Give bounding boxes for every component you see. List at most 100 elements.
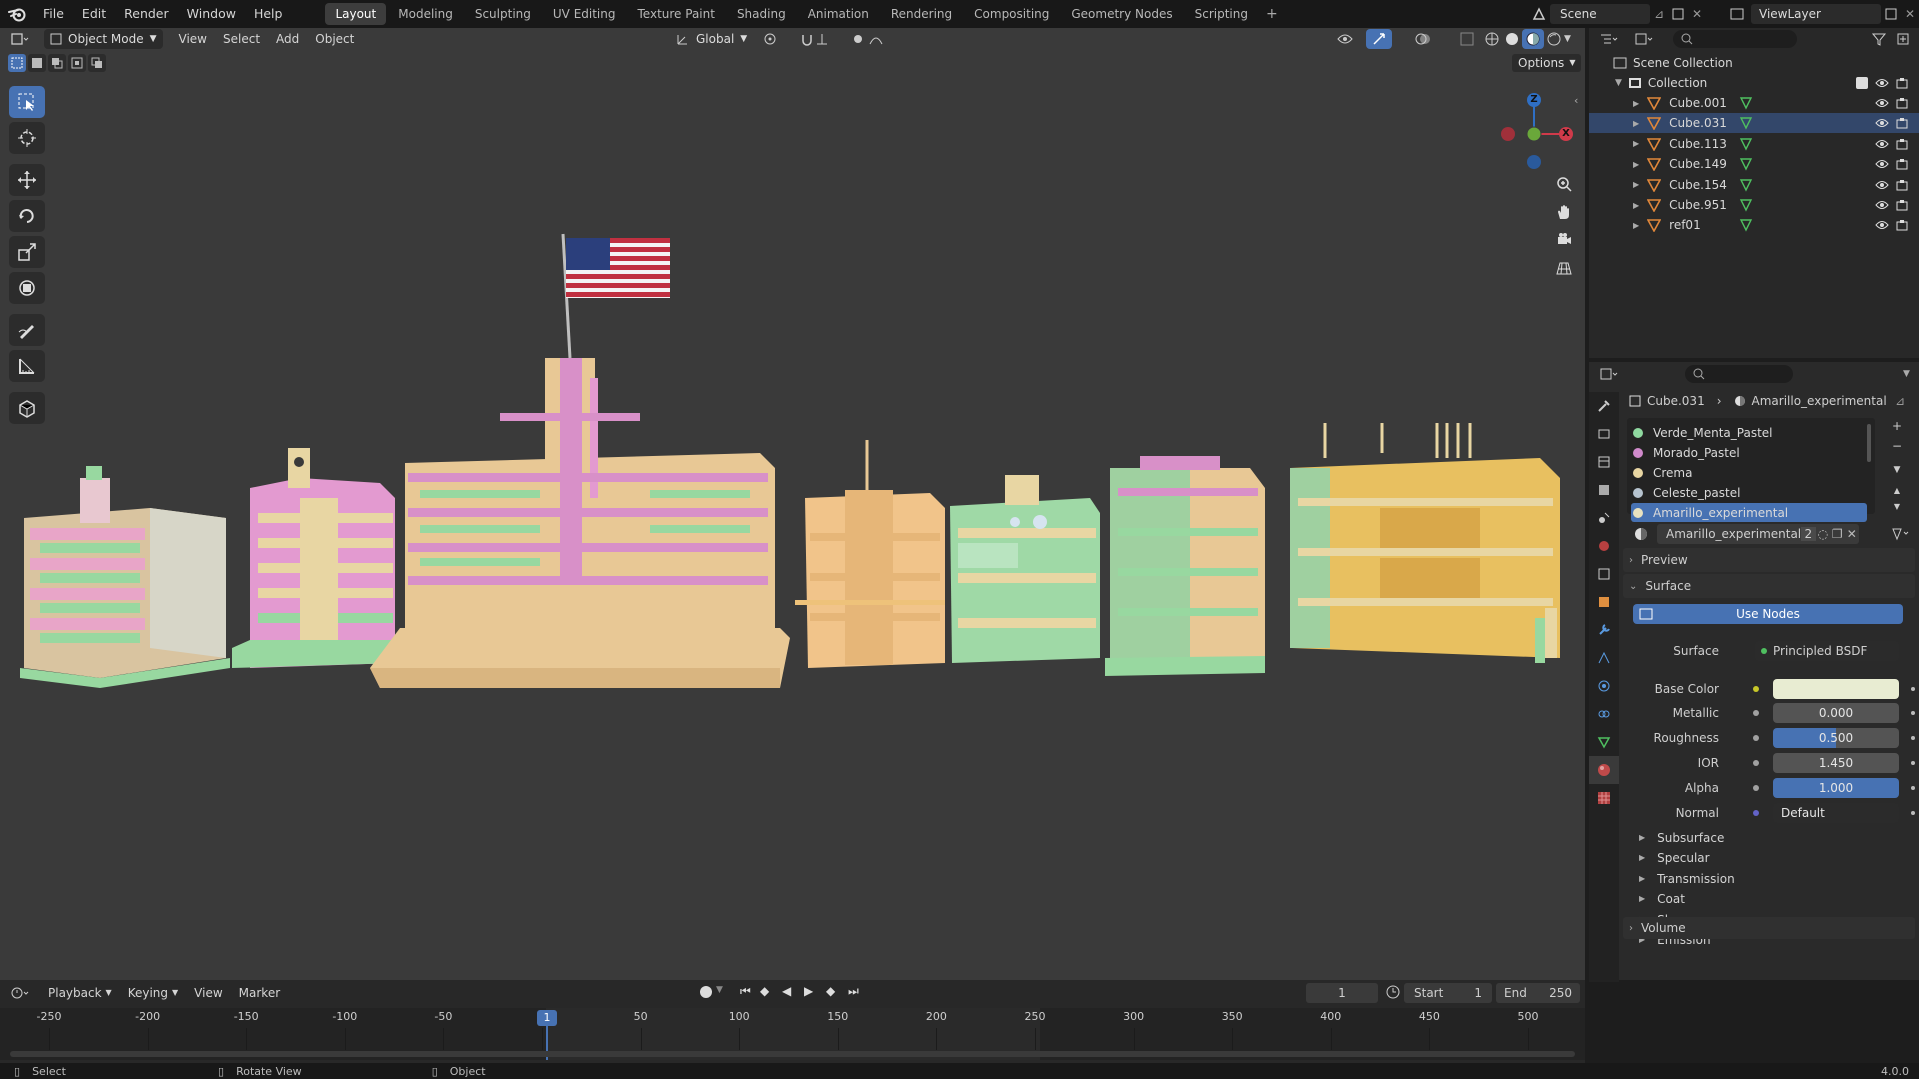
display-mode-icon[interactable] — [1629, 29, 1659, 49]
unlink-material-icon[interactable]: ✕ — [1845, 527, 1859, 541]
mesh-data-icon[interactable] — [1739, 157, 1753, 171]
tab-uv-editing[interactable]: UV Editing — [543, 3, 626, 25]
mesh-data-icon[interactable] — [1739, 137, 1753, 151]
field-value[interactable]: Default — [1773, 803, 1899, 823]
prev-keyframe-button[interactable]: ◆ — [760, 984, 769, 998]
scene-tab-icon[interactable] — [1589, 504, 1619, 532]
particles-tab-icon[interactable] — [1589, 644, 1619, 672]
shading-solid-icon[interactable] — [1502, 30, 1522, 48]
timeline-editor-type-icon[interactable] — [0, 983, 40, 1003]
texture-tab-icon[interactable] — [1589, 784, 1619, 812]
material-user-count[interactable]: 2 — [1801, 527, 1816, 541]
viewport-menu-view[interactable]: View — [171, 29, 215, 49]
visibility-eye-icon[interactable] — [1875, 180, 1889, 190]
select-subtract-icon[interactable] — [48, 54, 66, 72]
navigation-gizmo[interactable]: Z X Y — [1490, 84, 1580, 174]
socket-icon[interactable] — [1753, 735, 1759, 741]
material-tab-icon[interactable] — [1589, 756, 1619, 784]
render-camera-icon[interactable] — [1896, 158, 1908, 170]
visibility-eye-icon[interactable] — [1875, 98, 1889, 108]
outliner-item[interactable]: ▶ Cube.113 — [1589, 134, 1919, 154]
move-slot-down-button[interactable]: ▼ — [1889, 502, 1905, 516]
world-tab-icon[interactable] — [1589, 532, 1619, 560]
collection-expand-icon[interactable]: ▼ — [1615, 78, 1622, 88]
field-value[interactable]: 0.000 — [1773, 703, 1899, 723]
blender-logo-icon[interactable] — [0, 0, 34, 28]
subpanel-transmission[interactable]: ▶ Transmission — [1639, 869, 1735, 889]
mesh-data-icon[interactable] — [1739, 198, 1753, 212]
visibility-eye-icon[interactable] — [1875, 200, 1889, 210]
gizmo-axis-z[interactable]: Z — [1527, 93, 1541, 107]
socket-icon[interactable] — [1753, 785, 1759, 791]
current-frame-field[interactable]: 1 — [1306, 983, 1378, 1003]
fake-user-icon[interactable]: ◌ — [1816, 527, 1830, 541]
surface-panel-header[interactable]: ⌄ Surface — [1623, 574, 1915, 598]
outliner-collection[interactable]: ▼ Collection — [1589, 73, 1919, 93]
outliner-item[interactable]: ▶ ref01 — [1589, 215, 1919, 235]
duplicate-material-icon[interactable]: ❐ — [1830, 527, 1844, 541]
outliner-scene-collection[interactable]: Scene Collection — [1589, 53, 1919, 73]
playhead[interactable]: 1 — [537, 1010, 557, 1026]
mode-dropdown[interactable]: Object Mode ▼ — [44, 29, 163, 49]
slot-specials-button[interactable]: ▼ — [1889, 462, 1905, 478]
view-layer-icon[interactable] — [1723, 4, 1751, 24]
record-options-icon[interactable]: ▼ — [716, 985, 723, 995]
object-tab-icon[interactable] — [1589, 588, 1619, 616]
expand-arrow-icon[interactable]: ▶ — [1633, 139, 1639, 148]
expand-arrow-icon[interactable]: ▶ — [1633, 180, 1639, 189]
shading-dropdown-icon[interactable]: ▼ — [1564, 30, 1580, 48]
properties-editor-type-icon[interactable] — [1589, 364, 1629, 384]
visibility-eye-icon[interactable] — [1875, 159, 1889, 169]
remove-material-slot-button[interactable]: − — [1889, 438, 1905, 454]
pin-properties-icon[interactable]: ⊿ — [1895, 394, 1905, 408]
field-value[interactable]: 0.500 — [1773, 728, 1899, 748]
outliner-item[interactable]: ▶ Cube.031 — [1589, 113, 1919, 134]
render-camera-icon[interactable] — [1896, 219, 1908, 231]
properties-options-icon[interactable]: ▼ — [1903, 369, 1910, 379]
select-invert-icon[interactable] — [68, 54, 86, 72]
tab-sculpting[interactable]: Sculpting — [465, 3, 541, 25]
new-view-layer-icon[interactable] — [1881, 4, 1901, 24]
tool-tab-icon[interactable] — [1589, 392, 1619, 420]
material-slot[interactable]: Verde_Menta_Pastel — [1631, 423, 1867, 442]
menu-render[interactable]: Render — [115, 0, 178, 28]
tab-animation[interactable]: Animation — [798, 3, 879, 25]
select-intersect-icon[interactable] — [88, 54, 106, 72]
tab-modeling[interactable]: Modeling — [388, 3, 463, 25]
viewport-menu-add[interactable]: Add — [268, 29, 307, 49]
mesh-data-icon[interactable] — [1739, 96, 1753, 110]
timeline-menu-playback[interactable]: Playback ▼ — [40, 983, 120, 1003]
select-box-tool-icon[interactable] — [9, 86, 45, 118]
menu-file[interactable]: File — [34, 0, 73, 28]
mesh-data-icon[interactable] — [1739, 178, 1753, 192]
scene-name-field[interactable]: Scene — [1550, 4, 1650, 24]
pin-icon[interactable]: ⊿ — [1650, 7, 1668, 21]
viewport-menu-object[interactable]: Object — [307, 29, 362, 49]
slot-list-scrollbar[interactable] — [1867, 424, 1871, 462]
viewport-options-button[interactable]: Options ▼ — [1512, 54, 1582, 72]
new-scene-icon[interactable] — [1668, 4, 1688, 24]
timeline-menu-keying[interactable]: Keying ▼ — [120, 983, 186, 1003]
modifier-tab-icon[interactable] — [1589, 616, 1619, 644]
render-camera-icon[interactable] — [1896, 179, 1908, 191]
outliner-search-input[interactable] — [1673, 30, 1797, 48]
xray-icon[interactable] — [1456, 30, 1478, 48]
proportional-edit-icon[interactable] — [845, 30, 895, 48]
menu-edit[interactable]: Edit — [73, 0, 115, 28]
subpanel-coat[interactable]: ▶ Coat — [1639, 889, 1685, 909]
expand-arrow-icon[interactable]: ▶ — [1633, 160, 1639, 169]
preview-range-icon[interactable] — [1386, 985, 1400, 999]
end-frame-field[interactable]: End 250 — [1496, 983, 1580, 1003]
tab-geometry-nodes[interactable]: Geometry Nodes — [1061, 3, 1182, 25]
socket-icon[interactable] — [1753, 710, 1759, 716]
remove-scene-icon[interactable]: ✕ — [1688, 7, 1706, 21]
volume-panel-header[interactable]: › Volume — [1623, 917, 1915, 939]
gizmo-toggle-icon[interactable] — [1366, 29, 1392, 49]
collection-checkbox[interactable] — [1856, 77, 1868, 89]
mesh-data-icon[interactable] — [1739, 116, 1753, 130]
menu-window[interactable]: Window — [178, 0, 245, 28]
material-slot[interactable]: Celeste_pastel — [1631, 483, 1867, 502]
preview-panel-header[interactable]: › Preview — [1623, 548, 1915, 572]
keyframe-dot-icon[interactable] — [1911, 711, 1915, 715]
cursor-tool-icon[interactable] — [9, 122, 45, 154]
